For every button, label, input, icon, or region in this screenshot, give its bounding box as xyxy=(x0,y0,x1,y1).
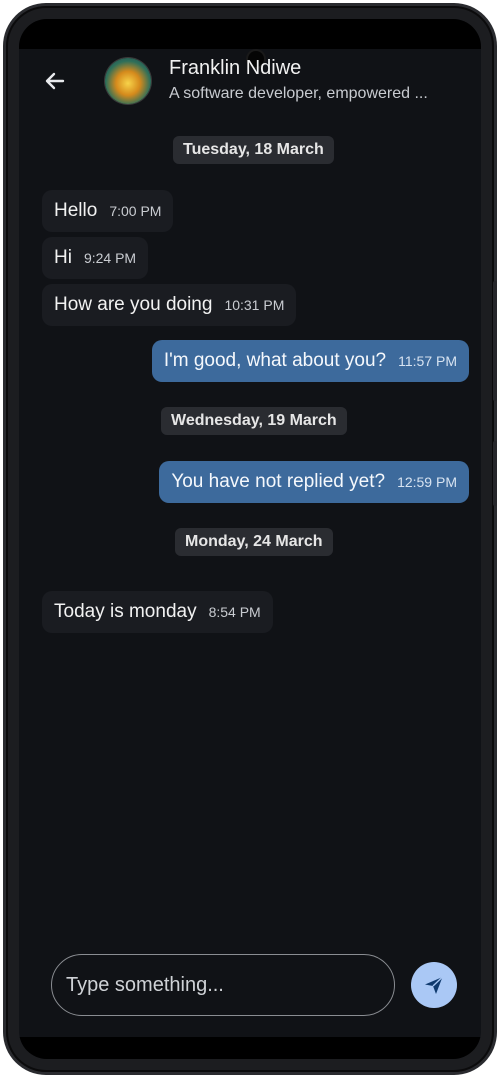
message-input[interactable] xyxy=(51,954,395,1016)
message-composer xyxy=(19,949,481,1019)
date-separator: Monday, 24 March xyxy=(175,528,333,556)
send-icon xyxy=(425,976,443,994)
message-time: 8:54 PM xyxy=(208,604,261,620)
chat-screen: Franklin Ndiwe A software developer, emp… xyxy=(19,19,481,1059)
message-bubble-outgoing[interactable]: You have not replied yet? 12:59 PM xyxy=(159,461,469,503)
phone-frame: Franklin Ndiwe A software developer, emp… xyxy=(6,6,497,1072)
arrow-left-icon[interactable] xyxy=(41,67,69,95)
send-button[interactable] xyxy=(411,962,457,1008)
message-text: I'm good, what about you? xyxy=(163,350,387,371)
contact-status: A software developer, empowered ... xyxy=(169,85,428,102)
power-button xyxy=(493,441,497,506)
date-separator: Tuesday, 18 March xyxy=(173,136,334,164)
message-text: How are you doing xyxy=(54,294,213,315)
avatar[interactable] xyxy=(105,58,151,104)
navigation-bar xyxy=(19,1037,481,1059)
chat-header: Franklin Ndiwe A software developer, emp… xyxy=(19,49,481,119)
message-bubble-incoming[interactable]: Hello 7:00 PM xyxy=(42,190,174,232)
message-time: 7:00 PM xyxy=(109,203,162,219)
status-bar xyxy=(19,19,481,49)
arrow-left-icon-graphic xyxy=(45,72,65,90)
message-text: Hello xyxy=(54,200,98,221)
message-bubble-incoming[interactable]: How are you doing 10:31 PM xyxy=(42,284,297,326)
message-time: 9:24 PM xyxy=(83,250,137,266)
contact-name[interactable]: Franklin Ndiwe xyxy=(169,57,459,80)
message-time: 12:59 PM xyxy=(397,474,457,490)
message-text: You have not replied yet? xyxy=(171,471,386,492)
message-bubble-incoming[interactable]: Hi 9:24 PM xyxy=(42,237,149,279)
message-text: Today is monday xyxy=(54,601,197,622)
message-time: 10:31 PM xyxy=(224,297,285,313)
date-separator: Wednesday, 19 March xyxy=(161,407,347,435)
volume-button xyxy=(493,281,497,401)
message-bubble-incoming[interactable]: Today is monday 8:54 PM xyxy=(42,591,273,633)
message-time: 11:57 PM xyxy=(398,353,457,369)
message-bubble-outgoing[interactable]: I'm good, what about you? 11:57 PM xyxy=(151,340,469,382)
message-text: Hi xyxy=(54,247,72,268)
